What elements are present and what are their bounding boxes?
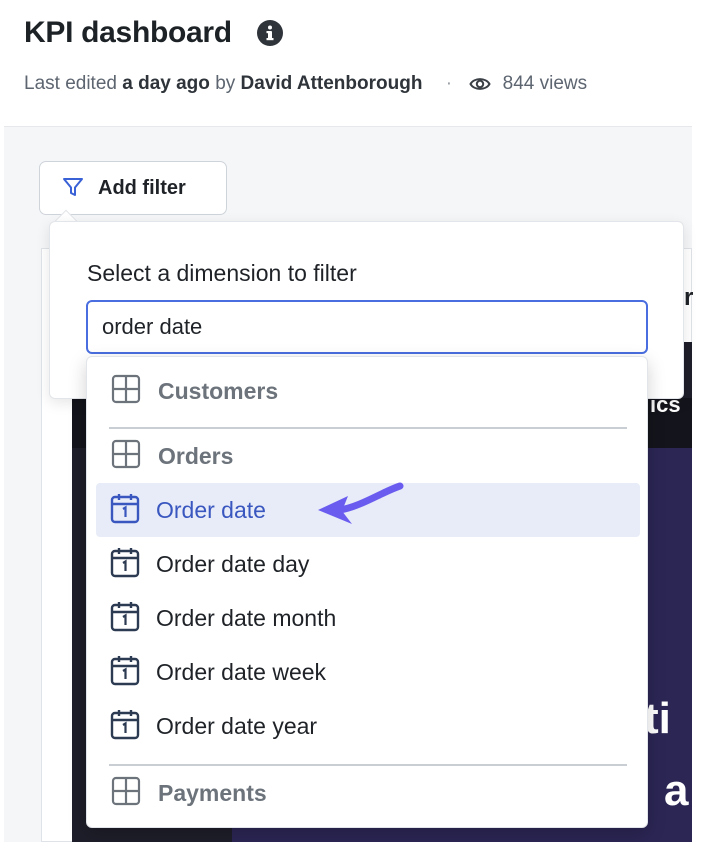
meta-by: by: [215, 73, 236, 94]
funnel-icon: [62, 176, 84, 201]
card-title-fragment: r: [684, 284, 694, 311]
filter-popover-label: Select a dimension to filter: [87, 260, 357, 286]
dimension-search-input[interactable]: [86, 300, 648, 354]
group-payments[interactable]: Payments: [96, 766, 640, 820]
table-icon: [110, 775, 142, 812]
option-label: Order date week: [156, 658, 327, 685]
option-label: Order date day: [156, 550, 310, 577]
page-title: KPI dashboard: [24, 16, 232, 49]
dashboard-meta: Last edited a day ago by David Attenboro…: [24, 73, 692, 99]
group-label: Payments: [158, 779, 267, 806]
big-text-fragment-1: ti: [644, 694, 671, 743]
calendar-icon: [110, 708, 140, 745]
calendar-icon: [110, 600, 140, 637]
option-label: Order date year: [156, 712, 318, 739]
calendar-icon: [110, 654, 140, 691]
table-icon: [110, 373, 142, 410]
group-orders[interactable]: Orders: [96, 429, 640, 483]
big-text-fragment-2: a: [664, 766, 689, 815]
group-customers[interactable]: Customers: [96, 364, 640, 418]
meta-prefix: Last edited: [24, 73, 117, 94]
annotation-arrow-icon: [312, 480, 408, 535]
views-count: 844 views: [502, 73, 588, 94]
eye-icon: [469, 75, 491, 99]
option-order-date-week[interactable]: Order date week: [96, 645, 640, 699]
option-label: Order date month: [156, 604, 337, 631]
meta-when: a day ago: [122, 73, 210, 94]
info-circle-icon[interactable]: [256, 19, 284, 47]
add-filter-button[interactable]: Add filter: [39, 161, 227, 215]
group-label: Customers: [158, 377, 279, 404]
option-order-date-year[interactable]: Order date year: [96, 699, 640, 753]
option-label: Order date: [156, 496, 266, 523]
page-header: KPI dashboard: [24, 16, 284, 50]
option-order-date-day[interactable]: Order date day: [96, 537, 640, 591]
table-icon: [110, 438, 142, 475]
meta-author[interactable]: David Attenborough: [241, 73, 423, 94]
group-label: Orders: [158, 442, 234, 469]
add-filter-label: Add filter: [98, 176, 186, 199]
calendar-icon: [110, 492, 140, 529]
meta-separator: ·: [445, 73, 453, 94]
dimension-dropdown: Customers Orders Order date Order date d…: [86, 356, 648, 828]
calendar-icon: [110, 546, 140, 583]
option-order-date-month[interactable]: Order date month: [96, 591, 640, 645]
